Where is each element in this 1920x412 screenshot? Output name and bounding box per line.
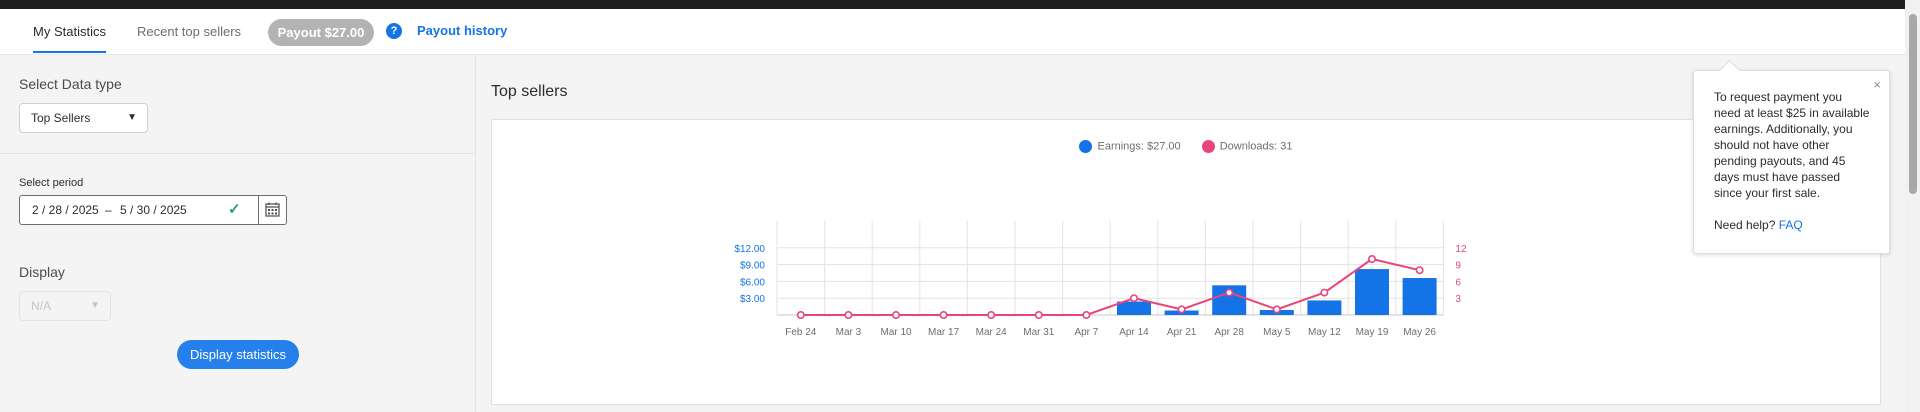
- x-tick-label: May 19: [1356, 327, 1389, 338]
- point-downloads[interactable]: [844, 311, 853, 320]
- left-tick-label: $3.00: [740, 294, 765, 305]
- point-downloads[interactable]: [1177, 305, 1186, 314]
- display-select[interactable]: N/A ▼: [19, 291, 111, 321]
- x-tick-label: Feb 24: [785, 327, 817, 338]
- point-downloads[interactable]: [891, 311, 900, 320]
- end-date[interactable]: 5 / 30 / 2025: [120, 196, 187, 224]
- point-downloads[interactable]: [1034, 311, 1043, 320]
- calendar-icon: [265, 202, 280, 217]
- point-downloads[interactable]: [1415, 266, 1424, 275]
- right-tick-label: 12: [1455, 244, 1467, 255]
- tab-recent-top-sellers[interactable]: Recent top sellers: [137, 9, 241, 55]
- x-tick-label: Apr 14: [1119, 327, 1149, 338]
- panel-title: Top sellers: [491, 83, 568, 100]
- chart-svg: $3.00 $6.00 $9.00 $12.00 3 6 9 12 Feb 24 Mar 3 Mar…: [734, 221, 1467, 338]
- display-value: N/A: [31, 299, 52, 313]
- tab-bar: My Statistics Recent top sellers Payout …: [0, 9, 1905, 55]
- data-type-label: Select Data type: [19, 76, 122, 92]
- x-tick-label: Apr 21: [1167, 327, 1197, 338]
- data-type-select[interactable]: Top Sellers ▼: [19, 103, 148, 133]
- scroll-thumb[interactable]: [1909, 14, 1917, 194]
- tooltip-text: To request payment you need at least $25…: [1714, 90, 1870, 200]
- bar-earnings[interactable]: [1355, 269, 1389, 315]
- divider: [0, 153, 476, 154]
- chart-card: Earnings: $27.00 Downloads: 31 $3.00 $6.0…: [491, 119, 1881, 405]
- bar-earnings[interactable]: [1307, 300, 1342, 315]
- period-label: Select period: [19, 177, 84, 189]
- tooltip-help-prefix: Need help?: [1714, 218, 1776, 232]
- left-tick-label: $12.00: [734, 244, 765, 255]
- x-tick-label: May 26: [1403, 327, 1436, 338]
- chevron-down-icon: ▼: [127, 112, 137, 123]
- date-range-input[interactable]: 2 / 28 / 2025 – 5 / 30 / 2025 ✓: [19, 195, 259, 225]
- tooltip-help: Need help? FAQ: [1714, 217, 1871, 233]
- x-tick-label: May 5: [1263, 327, 1291, 338]
- data-type-value: Top Sellers: [31, 111, 91, 125]
- display-statistics-button[interactable]: Display statistics: [177, 340, 299, 369]
- calendar-button[interactable]: [258, 195, 287, 225]
- x-tick-label: Mar 31: [1023, 327, 1055, 338]
- top-bar: [0, 0, 1920, 9]
- check-icon: ✓: [228, 201, 241, 218]
- x-tick-label: Apr 7: [1074, 327, 1098, 338]
- left-tick-label: $6.00: [740, 277, 765, 288]
- bar-earnings[interactable]: [1117, 301, 1151, 315]
- bar-earnings[interactable]: [1402, 278, 1437, 315]
- point-downloads[interactable]: [1129, 294, 1138, 303]
- point-downloads[interactable]: [1082, 311, 1091, 320]
- right-tick-label: 9: [1455, 261, 1461, 272]
- x-tick-label: May 12: [1308, 327, 1341, 338]
- faq-link[interactable]: FAQ: [1779, 218, 1803, 232]
- payout-pill: Payout $27.00: [268, 19, 374, 46]
- point-downloads[interactable]: [987, 311, 996, 320]
- date-separator: –: [105, 203, 112, 217]
- right-tick-label: 6: [1455, 277, 1461, 288]
- right-tick-label: 3: [1455, 294, 1461, 305]
- display-label: Display: [19, 264, 65, 280]
- x-tick-label: Apr 28: [1214, 327, 1244, 338]
- close-icon[interactable]: ×: [1873, 77, 1881, 93]
- x-tick-label: Mar 17: [928, 327, 960, 338]
- point-downloads[interactable]: [796, 311, 805, 320]
- point-downloads[interactable]: [1367, 255, 1376, 264]
- payout-tooltip: × To request payment you need at least $…: [1693, 70, 1890, 254]
- tab-my-statistics[interactable]: My Statistics: [33, 9, 106, 53]
- chevron-down-icon: ▼: [90, 300, 100, 311]
- scrollbar[interactable]: [1905, 0, 1920, 412]
- x-tick-label: Mar 24: [976, 327, 1008, 338]
- payout-history-link[interactable]: Payout history: [417, 23, 507, 38]
- point-downloads[interactable]: [1225, 288, 1234, 297]
- x-tick-label: Mar 3: [836, 327, 862, 338]
- x-tick-label: Mar 10: [880, 327, 912, 338]
- point-downloads[interactable]: [1272, 305, 1281, 314]
- left-panel: Select Data type Top Sellers ▼ Select pe…: [0, 56, 476, 412]
- left-tick-label: $9.00: [740, 261, 765, 272]
- point-downloads[interactable]: [939, 311, 948, 320]
- start-date[interactable]: 2 / 28 / 2025: [32, 196, 99, 224]
- point-downloads[interactable]: [1320, 288, 1329, 297]
- help-icon[interactable]: ?: [386, 23, 402, 39]
